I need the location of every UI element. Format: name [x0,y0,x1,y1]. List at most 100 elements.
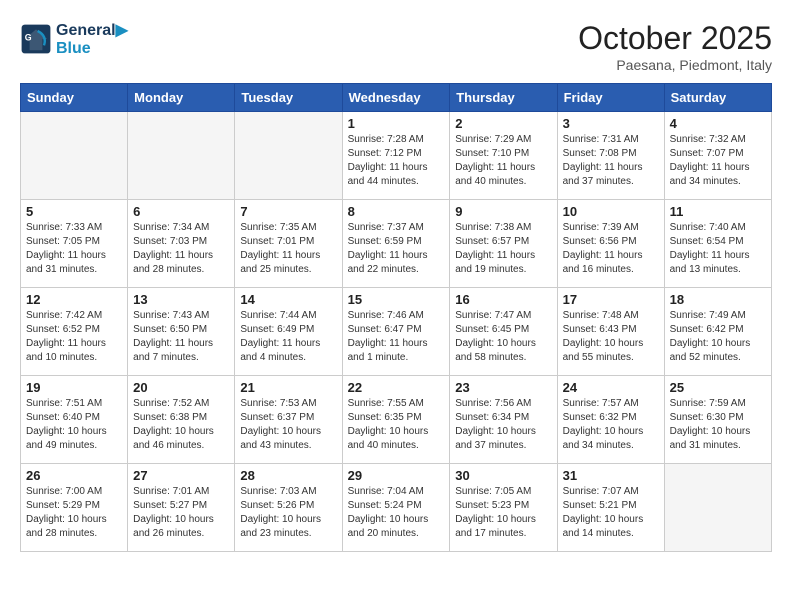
day-number: 19 [26,380,122,395]
day-info: Sunrise: 7:29 AM Sunset: 7:10 PM Dayligh… [455,133,551,189]
day-info: Sunrise: 7:37 AM Sunset: 6:59 PM Dayligh… [348,221,445,277]
day-number: 9 [455,204,551,219]
calendar-cell: 8 Sunrise: 7:37 AM Sunset: 6:59 PM Daylig… [342,200,450,288]
location: Paesana, Piedmont, Italy [578,57,772,73]
day-info: Sunrise: 7:01 AM Sunset: 5:27 PM Dayligh… [133,485,229,541]
calendar-cell: 22 Sunrise: 7:55 AM Sunset: 6:35 PM Dayli… [342,376,450,464]
day-number: 29 [348,468,445,483]
week-row-3: 12 Sunrise: 7:42 AM Sunset: 6:52 PM Dayli… [21,288,772,376]
day-info: Sunrise: 7:32 AM Sunset: 7:07 PM Dayligh… [670,133,766,189]
day-info: Sunrise: 7:56 AM Sunset: 6:34 PM Dayligh… [455,397,551,453]
calendar-cell: 23 Sunrise: 7:56 AM Sunset: 6:34 PM Dayli… [450,376,557,464]
weekday-header-row: SundayMondayTuesdayWednesdayThursdayFrid… [21,84,772,112]
calendar-cell: 16Sunrise: 7:47 AM Sunset: 6:45 PM Dayli… [450,288,557,376]
day-number: 15 [348,292,445,307]
calendar-cell: 25Sunrise: 7:59 AM Sunset: 6:30 PM Dayli… [664,376,771,464]
day-number: 12 [26,292,122,307]
day-info: Sunrise: 7:42 AM Sunset: 6:52 PM Dayligh… [26,309,122,365]
calendar-cell: 14 Sunrise: 7:44 AM Sunset: 6:49 PM Dayli… [235,288,342,376]
day-info: Sunrise: 7:39 AM Sunset: 6:56 PM Dayligh… [563,221,659,277]
day-number: 22 [348,380,445,395]
day-info: Sunrise: 7:38 AM Sunset: 6:57 PM Dayligh… [455,221,551,277]
calendar-cell [128,112,235,200]
logo: G General▶ Blue [20,20,128,58]
day-info: Sunrise: 7:00 AM Sunset: 5:29 PM Dayligh… [26,485,122,541]
svg-text:G: G [25,33,32,43]
weekday-header-monday: Monday [128,84,235,112]
day-number: 23 [455,380,551,395]
logo-icon: G [20,23,52,55]
day-number: 7 [240,204,336,219]
day-number: 2 [455,116,551,131]
day-number: 27 [133,468,229,483]
week-row-1: 1Sunrise: 7:28 AM Sunset: 7:12 PM Daylig… [21,112,772,200]
day-info: Sunrise: 7:31 AM Sunset: 7:08 PM Dayligh… [563,133,659,189]
day-info: Sunrise: 7:48 AM Sunset: 6:43 PM Dayligh… [563,309,659,365]
calendar-cell: 29Sunrise: 7:04 AM Sunset: 5:24 PM Dayli… [342,464,450,552]
day-info: Sunrise: 7:03 AM Sunset: 5:26 PM Dayligh… [240,485,336,541]
calendar-cell: 19 Sunrise: 7:51 AM Sunset: 6:40 PM Dayli… [21,376,128,464]
calendar-cell: 17 Sunrise: 7:48 AM Sunset: 6:43 PM Dayli… [557,288,664,376]
day-number: 21 [240,380,336,395]
day-number: 8 [348,204,445,219]
day-info: Sunrise: 7:47 AM Sunset: 6:45 PM Dayligh… [455,309,551,365]
weekday-header-thursday: Thursday [450,84,557,112]
weekday-header-sunday: Sunday [21,84,128,112]
weekday-header-tuesday: Tuesday [235,84,342,112]
day-info: Sunrise: 7:53 AM Sunset: 6:37 PM Dayligh… [240,397,336,453]
week-row-2: 5Sunrise: 7:33 AM Sunset: 7:05 PM Daylig… [21,200,772,288]
calendar-cell [21,112,128,200]
week-row-4: 19 Sunrise: 7:51 AM Sunset: 6:40 PM Dayli… [21,376,772,464]
calendar-cell: 9 Sunrise: 7:38 AM Sunset: 6:57 PM Daylig… [450,200,557,288]
day-info: Sunrise: 7:35 AM Sunset: 7:01 PM Dayligh… [240,221,336,277]
day-number: 1 [348,116,445,131]
calendar-cell: 21 Sunrise: 7:53 AM Sunset: 6:37 PM Dayli… [235,376,342,464]
day-info: Sunrise: 7:59 AM Sunset: 6:30 PM Dayligh… [670,397,766,453]
day-info: Sunrise: 7:57 AM Sunset: 6:32 PM Dayligh… [563,397,659,453]
month-title: October 2025 [578,20,772,57]
calendar-cell: 4 Sunrise: 7:32 AM Sunset: 7:07 PM Daylig… [664,112,771,200]
day-number: 28 [240,468,336,483]
calendar-cell: 6 Sunrise: 7:34 AM Sunset: 7:03 PM Daylig… [128,200,235,288]
day-number: 20 [133,380,229,395]
day-info: Sunrise: 7:44 AM Sunset: 6:49 PM Dayligh… [240,309,336,365]
day-number: 30 [455,468,551,483]
calendar-cell: 5Sunrise: 7:33 AM Sunset: 7:05 PM Daylig… [21,200,128,288]
day-info: Sunrise: 7:34 AM Sunset: 7:03 PM Dayligh… [133,221,229,277]
day-info: Sunrise: 7:07 AM Sunset: 5:21 PM Dayligh… [563,485,659,541]
calendar-cell: 30Sunrise: 7:05 AM Sunset: 5:23 PM Dayli… [450,464,557,552]
day-number: 10 [563,204,659,219]
day-number: 18 [670,292,766,307]
weekday-header-saturday: Saturday [664,84,771,112]
calendar-cell: 1Sunrise: 7:28 AM Sunset: 7:12 PM Daylig… [342,112,450,200]
calendar-cell: 18Sunrise: 7:49 AM Sunset: 6:42 PM Dayli… [664,288,771,376]
day-number: 6 [133,204,229,219]
calendar-cell: 2 Sunrise: 7:29 AM Sunset: 7:10 PM Daylig… [450,112,557,200]
calendar-cell [664,464,771,552]
day-info: Sunrise: 7:40 AM Sunset: 6:54 PM Dayligh… [670,221,766,277]
calendar-cell: 27 Sunrise: 7:01 AM Sunset: 5:27 PM Dayli… [128,464,235,552]
day-info: Sunrise: 7:55 AM Sunset: 6:35 PM Dayligh… [348,397,445,453]
day-info: Sunrise: 7:46 AM Sunset: 6:47 PM Dayligh… [348,309,445,365]
calendar-cell: 12 Sunrise: 7:42 AM Sunset: 6:52 PM Dayli… [21,288,128,376]
calendar-cell: 31Sunrise: 7:07 AM Sunset: 5:21 PM Dayli… [557,464,664,552]
weekday-header-wednesday: Wednesday [342,84,450,112]
calendar-cell: 15 Sunrise: 7:46 AM Sunset: 6:47 PM Dayli… [342,288,450,376]
calendar-cell: 11 Sunrise: 7:40 AM Sunset: 6:54 PM Dayli… [664,200,771,288]
day-number: 14 [240,292,336,307]
day-info: Sunrise: 7:43 AM Sunset: 6:50 PM Dayligh… [133,309,229,365]
day-number: 17 [563,292,659,307]
week-row-5: 26 Sunrise: 7:00 AM Sunset: 5:29 PM Dayli… [21,464,772,552]
calendar-cell: 10 Sunrise: 7:39 AM Sunset: 6:56 PM Dayli… [557,200,664,288]
day-number: 4 [670,116,766,131]
day-number: 11 [670,204,766,219]
day-info: Sunrise: 7:52 AM Sunset: 6:38 PM Dayligh… [133,397,229,453]
day-number: 13 [133,292,229,307]
day-number: 26 [26,468,122,483]
calendar-cell: 7 Sunrise: 7:35 AM Sunset: 7:01 PM Daylig… [235,200,342,288]
day-info: Sunrise: 7:51 AM Sunset: 6:40 PM Dayligh… [26,397,122,453]
calendar: SundayMondayTuesdayWednesdayThursdayFrid… [20,83,772,552]
calendar-cell: 24Sunrise: 7:57 AM Sunset: 6:32 PM Dayli… [557,376,664,464]
calendar-cell: 26 Sunrise: 7:00 AM Sunset: 5:29 PM Dayli… [21,464,128,552]
calendar-cell: 13 Sunrise: 7:43 AM Sunset: 6:50 PM Dayli… [128,288,235,376]
